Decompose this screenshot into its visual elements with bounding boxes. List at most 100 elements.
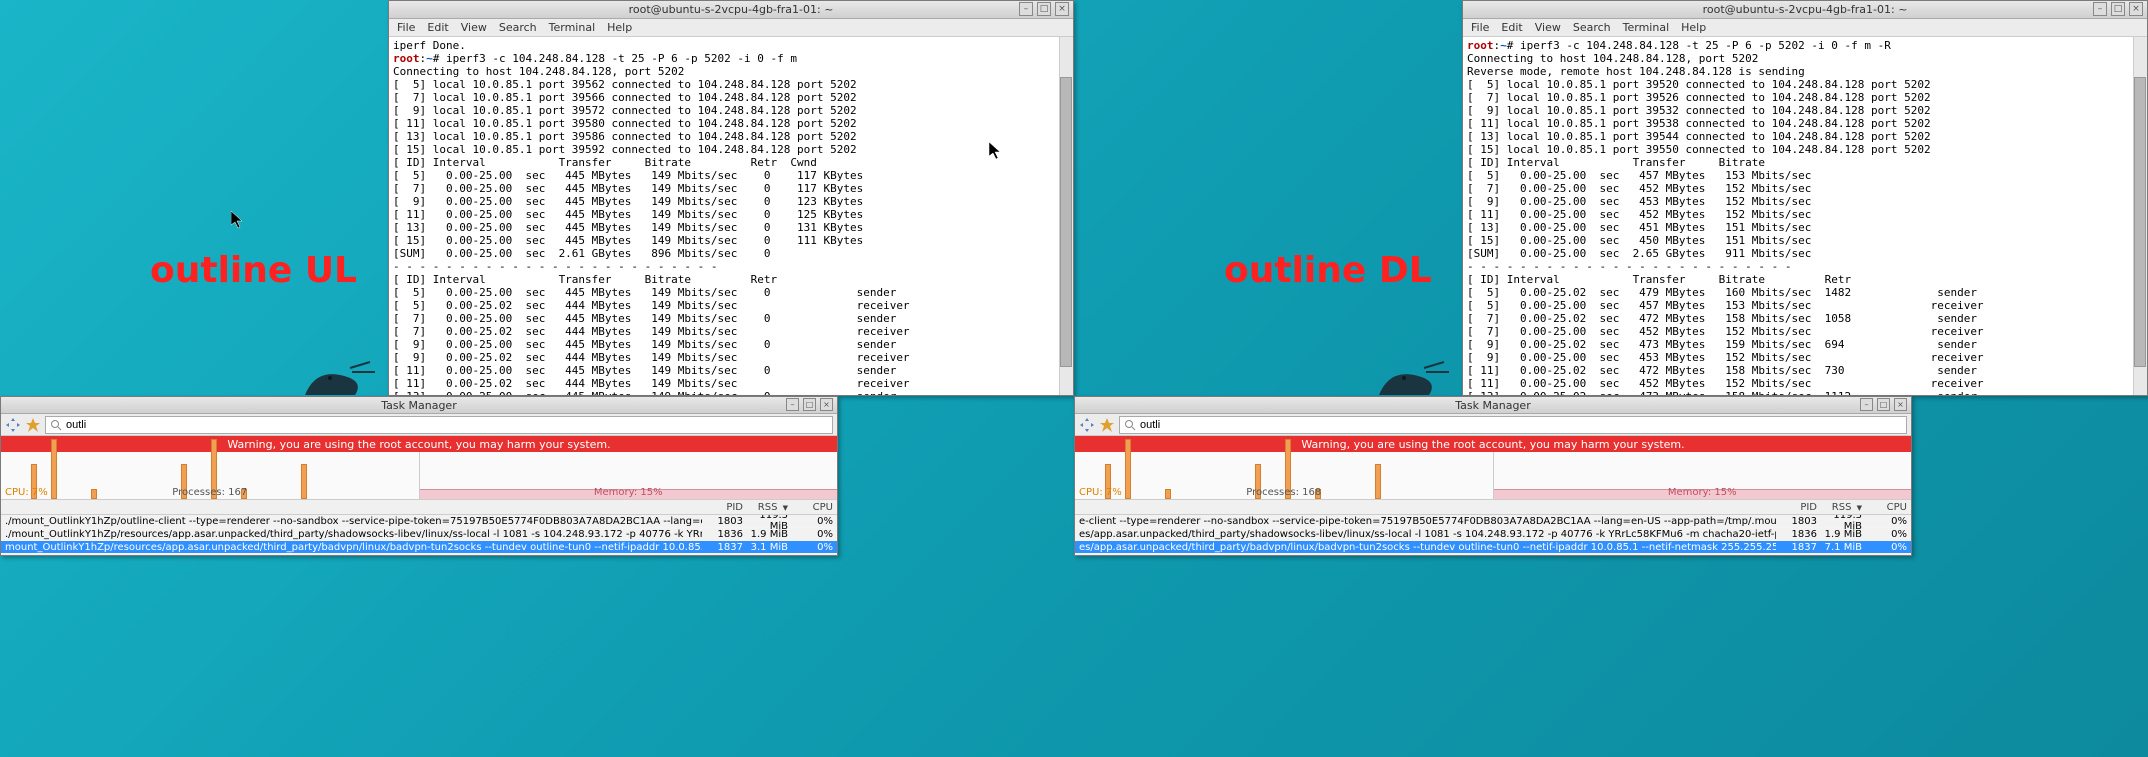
menu-item-terminal[interactable]: Terminal [549,21,596,34]
terminal-line: [ 7] 0.00-25.00 sec 452 MBytes 152 Mbits… [1467,325,2143,338]
menu-item-view[interactable]: View [1535,21,1561,34]
taskmgr-titlebar[interactable]: Task Manager –□ × [1,397,837,414]
menu-item-file[interactable]: File [1471,21,1489,34]
process-table-body: e-client --type=renderer --no-sandbox --… [1075,515,1911,555]
terminal-line: [ 7] 0.00-25.00 sec 445 MBytes 149 Mbits… [393,182,1069,195]
col-pid[interactable]: PID [702,502,747,513]
process-row[interactable]: ./mount_OutlinkY1hZp/outline-client --ty… [1,515,837,528]
maximize-icon[interactable]: □ [2111,2,2125,16]
taskmgr-toolbar [1,414,837,436]
menu-item-search[interactable]: Search [1573,21,1611,34]
menu-item-edit[interactable]: Edit [1501,21,1522,34]
terminal-line: [ 7] 0.00-25.00 sec 452 MBytes 152 Mbits… [1467,182,2143,195]
minimize-icon[interactable]: – [1860,398,1873,411]
menu-item-view[interactable]: View [461,21,487,34]
col-rss[interactable]: RSS ▼ [747,502,792,513]
terminal-line: root:~# iperf3 -c 104.248.84.128 -t 25 -… [393,52,1069,65]
terminal-line: [ 5] 0.00-25.02 sec 444 MBytes 149 Mbits… [393,299,1069,312]
terminal-body[interactable]: root:~# iperf3 -c 104.248.84.128 -t 25 -… [1463,37,2147,395]
close-icon[interactable]: × [2129,2,2143,16]
terminal-body[interactable]: iperf Done.root:~# iperf3 -c 104.248.84.… [389,37,1073,395]
process-row[interactable]: es/app.asar.unpacked/third_party/shadows… [1075,528,1911,541]
taskmgr-title: Task Manager [381,399,456,412]
minimize-icon[interactable]: – [1019,2,1033,16]
menu-item-edit[interactable]: Edit [427,21,448,34]
process-cpu: 0% [1866,529,1911,540]
terminal-line: [ 13] 0.00-25.00 sec 451 MBytes 151 Mbit… [1467,221,2143,234]
terminal-line: [ 9] 0.00-25.02 sec 473 MBytes 159 Mbits… [1467,338,2143,351]
process-row[interactable]: mount_OutlinkY1hZp/resources/app.asar.un… [1,541,837,554]
task-manager-window[interactable]: Task Manager–□×Warning, you are using th… [1074,396,1912,556]
process-pid: 1836 [1776,529,1821,540]
move-icon[interactable] [1079,417,1095,433]
col-cpu[interactable]: CPU [792,502,837,513]
scrollbar-thumb[interactable] [1060,77,1072,367]
process-row[interactable]: pImage16321.6 MiB0% [1075,554,1911,555]
cpu-graph: CPU: 7%Processes: 168 [1075,452,1494,499]
maximize-icon[interactable]: □ [1037,2,1051,16]
search-input[interactable] [66,419,828,431]
terminal-line: [ 9] 0.00-25.02 sec 444 MBytes 149 Mbits… [393,351,1069,364]
process-row[interactable]: sor/outline/Outline-Client.AppImage16321… [1,554,837,555]
minimize-icon[interactable]: – [2093,2,2107,16]
terminal-line: [ 13] local 10.0.85.1 port 39544 connect… [1467,130,2143,143]
terminal-line: - - - - - - - - - - - - - - - - - - - - … [393,260,1069,273]
menu-item-search[interactable]: Search [499,21,537,34]
process-rss: 1.9 MiB [747,529,792,540]
terminal-line: [ 5] 0.00-25.00 sec 457 MBytes 153 Mbits… [1467,299,2143,312]
process-row[interactable]: es/app.asar.unpacked/third_party/badvpn/… [1075,541,1911,554]
scrollbar-thumb[interactable] [2134,77,2146,367]
process-row[interactable]: ./mount_OutlinkY1hZp/resources/app.asar.… [1,528,837,541]
maximize-icon[interactable]: □ [803,398,816,411]
terminal-line: [SUM] 0.00-25.00 sec 2.65 GBytes 911 Mbi… [1467,247,2143,260]
move-icon[interactable] [5,417,21,433]
search-box[interactable] [1119,416,1907,434]
terminal-line: [ 15] 0.00-25.00 sec 450 MBytes 151 Mbit… [1467,234,2143,247]
maximize-icon[interactable]: □ [1877,398,1890,411]
terminal-line: [ ID] Interval Transfer Bitrate Retr [393,273,1069,286]
star-icon[interactable] [25,417,41,433]
cpu-graph: CPU: 7%Processes: 167 [1,452,420,499]
terminal-titlebar[interactable]: root@ubuntu-s-2vcpu-4gb-fra1-01: ~ –□ × [1463,1,2147,19]
menu-item-file[interactable]: File [397,21,415,34]
process-name: e-client --type=renderer --no-sandbox --… [1075,516,1776,527]
process-table-header[interactable]: PIDRSS ▼CPU [1075,500,1911,515]
terminal-scrollbar[interactable] [1059,37,1073,395]
col-rss[interactable]: RSS ▼ [1821,502,1866,513]
star-icon[interactable] [1099,417,1115,433]
taskmgr-title: Task Manager [1455,399,1530,412]
terminal-title: root@ubuntu-s-2vcpu-4gb-fra1-01: ~ [1703,3,1908,16]
menu-item-help[interactable]: Help [1681,21,1706,34]
sort-desc-icon: ▼ [783,504,788,512]
sort-desc-icon: ▼ [1857,504,1862,512]
process-name: sor/outline/Outline-Client.AppImage [1,555,702,556]
col-cpu[interactable]: CPU [1866,502,1911,513]
terminal-scrollbar[interactable] [2133,37,2147,395]
close-icon[interactable]: × [1055,2,1069,16]
process-cpu: 0% [1866,555,1911,556]
minimize-icon[interactable]: – [786,398,799,411]
process-row[interactable]: e-client --type=renderer --no-sandbox --… [1075,515,1911,528]
terminal-line: [ 11] 0.00-25.00 sec 452 MBytes 152 Mbit… [1467,377,2143,390]
col-pid[interactable]: PID [1776,502,1821,513]
task-manager-window[interactable]: Task Manager–□×Warning, you are using th… [0,396,838,556]
close-icon[interactable]: × [1894,398,1907,411]
process-name: es/app.asar.unpacked/third_party/shadows… [1075,529,1776,540]
menu-item-help[interactable]: Help [607,21,632,34]
menu-item-terminal[interactable]: Terminal [1623,21,1670,34]
process-table-header[interactable]: PIDRSS ▼CPU [1,500,837,515]
search-input[interactable] [1140,419,1902,431]
terminal-line: [ 5] local 10.0.85.1 port 39562 connecte… [393,78,1069,91]
terminal-line: Connecting to host 104.248.84.128, port … [1467,52,2143,65]
terminal-titlebar[interactable]: root@ubuntu-s-2vcpu-4gb-fra1-01: ~–□× [389,1,1073,19]
terminal-window[interactable]: root@ubuntu-s-2vcpu-4gb-fra1-01: ~–□×Fil… [388,0,1074,396]
terminal-window[interactable]: root@ubuntu-s-2vcpu-4gb-fra1-01: ~ –□ × Fil… [1462,0,2148,396]
terminal-line: [ 13] local 10.0.85.1 port 39586 connect… [393,130,1069,143]
search-box[interactable] [45,416,833,434]
taskmgr-titlebar[interactable]: Task Manager –□ × [1075,397,1911,414]
terminal-line: [ 5] 0.00-25.00 sec 445 MBytes 149 Mbits… [393,169,1069,182]
process-rss: 1.6 MiB [747,555,792,556]
terminal-line: [SUM] 0.00-25.00 sec 2.61 GBytes 896 Mbi… [393,247,1069,260]
close-icon[interactable]: × [820,398,833,411]
cpu-label: CPU: 7% [5,487,48,498]
